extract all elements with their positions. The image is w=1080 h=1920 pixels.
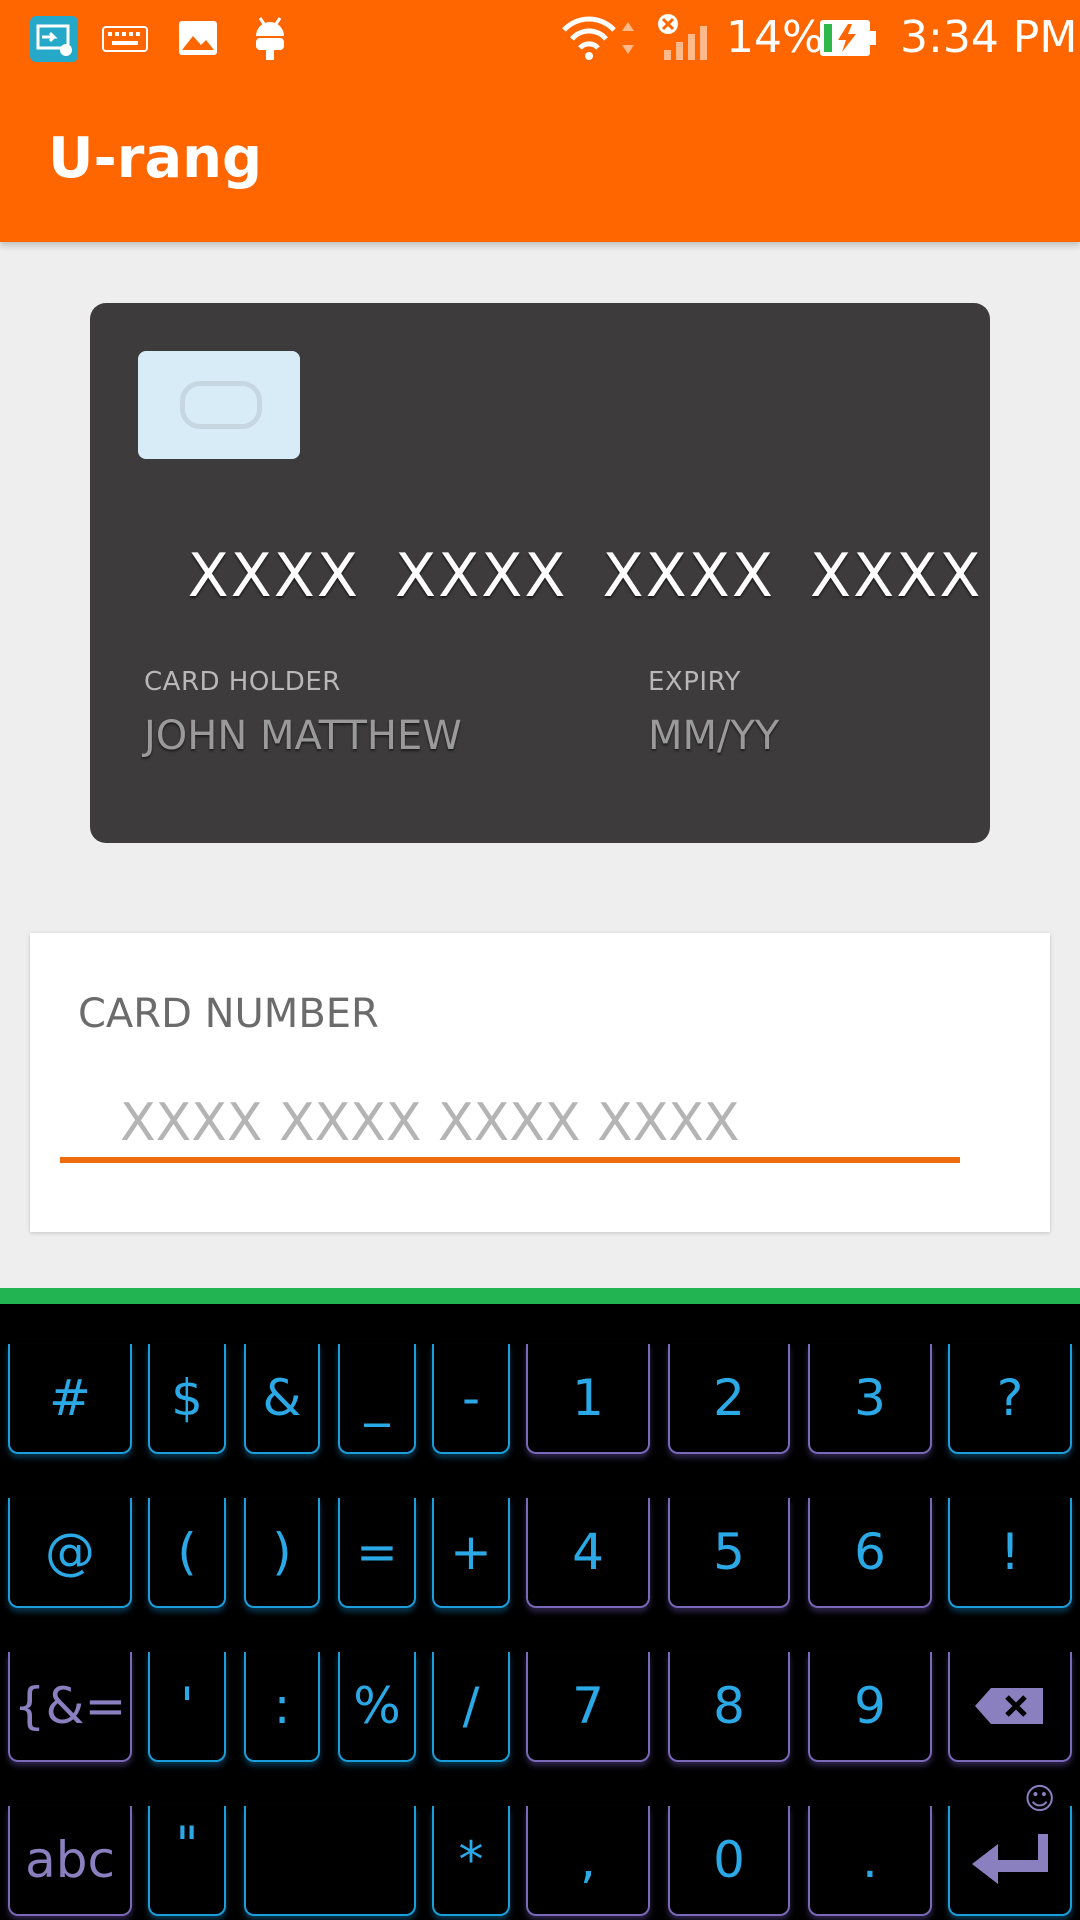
key-apostrophe[interactable]: ' [148,1652,226,1762]
enter-key[interactable] [948,1806,1072,1916]
clock: 3:34 PM [900,12,1078,63]
key-comma[interactable]: , [526,1806,650,1916]
key-5[interactable]: 5 [668,1498,790,1608]
screen-cast-icon [30,16,78,62]
status-bar: 14% 3:34 PM [0,0,1080,80]
enter-icon [972,1834,1048,1884]
key-minus[interactable]: - [432,1344,510,1454]
key-7[interactable]: 7 [526,1652,650,1762]
key-symbols-more[interactable]: {&= [8,1652,132,1762]
key-4[interactable]: 4 [526,1498,650,1608]
key-percent[interactable]: % [338,1652,416,1762]
key-at[interactable]: @ [8,1498,132,1608]
keyboard-top-bar [0,1288,1080,1304]
key-1[interactable]: 1 [526,1344,650,1454]
app-bar: 14% 3:34 PM U-rang [0,0,1080,242]
image-icon [179,21,217,55]
battery-percent: 14% [726,12,824,63]
app-title: U-rang [48,126,263,191]
key-8[interactable]: 8 [668,1652,790,1762]
card-holder-value: JOHN MATTHEW [144,713,462,759]
key-double-quote[interactable]: " [148,1806,226,1916]
key-slash[interactable]: / [432,1652,510,1762]
key-close-paren[interactable]: ) [244,1498,320,1608]
key-open-paren[interactable]: ( [148,1498,226,1608]
chip-contact [180,381,262,429]
key-9[interactable]: 9 [808,1652,932,1762]
space-key[interactable] [244,1806,416,1916]
android-icon [256,17,284,60]
key-2[interactable]: 2 [668,1344,790,1454]
emoji-icon[interactable]: ☺ [1024,1782,1055,1817]
key-abc[interactable]: abc [8,1806,132,1916]
wifi-icon [562,16,634,60]
backspace-icon [975,1688,1043,1724]
key-ampersand[interactable]: & [244,1344,320,1454]
key-plus[interactable]: + [432,1498,510,1608]
key-period[interactable]: . [808,1806,932,1916]
keyboard-icon [102,26,148,52]
key-equals[interactable]: = [338,1498,416,1608]
expiry-value: MM/YY [648,713,780,759]
key-hash[interactable]: # [8,1344,132,1454]
keyboard: # $ & _ - 1 2 3 ? @ ( ) = + 4 5 6 ! {&= … [0,1304,1080,1920]
signal-icon [658,14,707,60]
card-number-panel: CARD NUMBER [30,933,1050,1232]
key-dollar[interactable]: $ [148,1344,226,1454]
card-number-input[interactable] [90,1083,990,1163]
card-number-display: XXXX XXXX XXXX XXXX [187,541,983,611]
battery-charging-icon [820,20,876,56]
key-asterisk[interactable]: * [432,1806,510,1916]
key-question[interactable]: ? [948,1344,1072,1454]
backspace-key[interactable] [948,1652,1072,1762]
key-6[interactable]: 6 [808,1498,932,1608]
expiry-label: EXPIRY [648,667,741,697]
card-chip-icon [138,351,300,459]
credit-card-preview: XXXX XXXX XXXX XXXX CARD HOLDER JOHN MAT… [90,303,990,843]
key-underscore[interactable]: _ [338,1344,416,1454]
key-exclamation[interactable]: ! [948,1498,1072,1608]
card-number-input-underline [60,1157,960,1163]
key-3[interactable]: 3 [808,1344,932,1454]
card-holder-label: CARD HOLDER [144,667,341,697]
key-colon[interactable]: : [244,1652,320,1762]
card-number-label: CARD NUMBER [78,991,379,1037]
key-0[interactable]: 0 [668,1806,790,1916]
